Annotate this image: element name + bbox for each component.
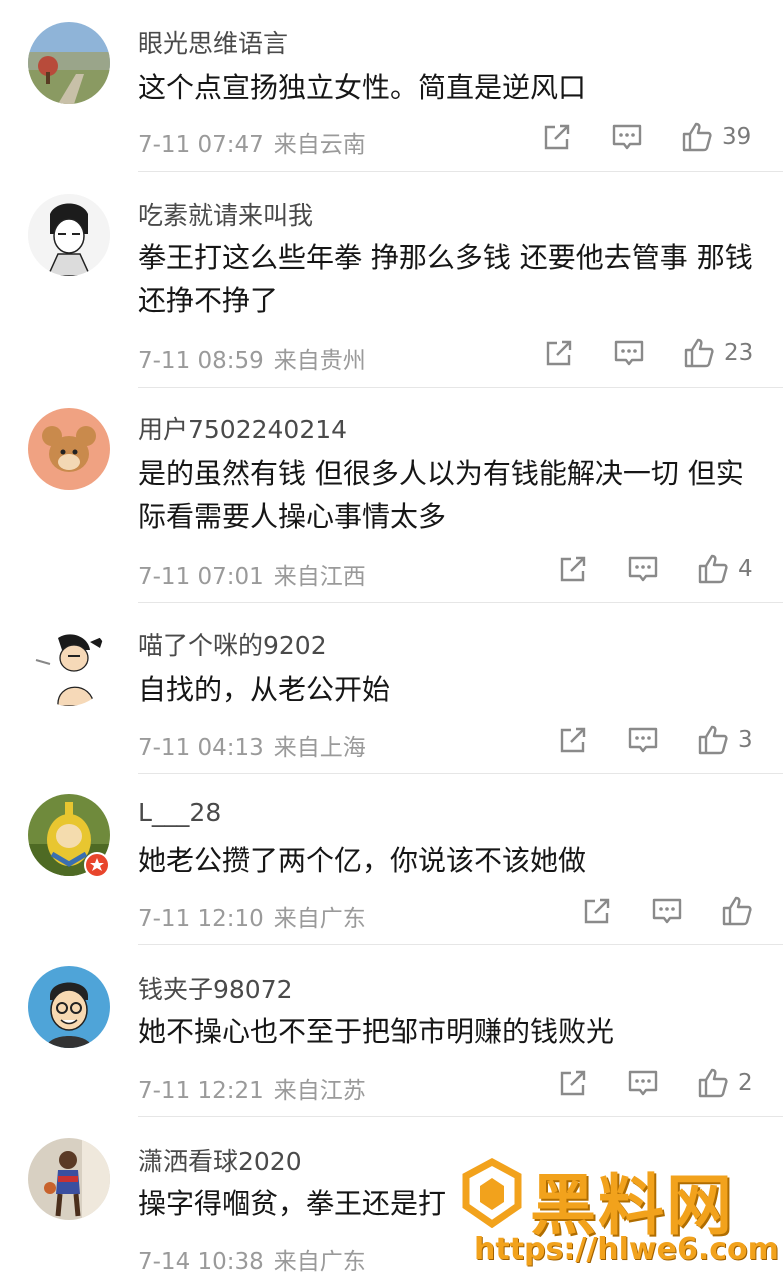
avatar[interactable] xyxy=(28,408,110,490)
comment-text: 她不操心也不至于把邹市明赚的钱败光 xyxy=(138,1015,615,1048)
comment-meta: 7-11 04:13 来自上海 xyxy=(138,728,366,762)
comment-location: 来自上海 xyxy=(273,735,366,761)
avatar[interactable] xyxy=(28,1138,110,1220)
comment-icon[interactable] xyxy=(626,723,660,757)
watermark-url: https://hlwe6.com xyxy=(474,1232,779,1267)
comment-date: 7-11 07:47 xyxy=(138,132,264,158)
comment-icon[interactable] xyxy=(612,336,646,370)
watermark-logo-icon xyxy=(462,1158,522,1228)
share-icon[interactable] xyxy=(556,1066,590,1100)
comment-date: 7-11 07:01 xyxy=(138,564,264,590)
comment-meta: 7-11 12:21 来自江苏 xyxy=(138,1071,366,1105)
username[interactable]: 用户7502240214 xyxy=(138,410,347,446)
comment-date: 7-11 04:13 xyxy=(138,735,264,761)
username[interactable]: 吃素就请来叫我 xyxy=(138,196,313,232)
share-icon[interactable] xyxy=(540,120,574,154)
comment-text: 她老公攒了两个亿，你说该不该她做 xyxy=(138,844,587,877)
comment-icon[interactable] xyxy=(650,894,684,928)
thumbs-up-icon[interactable] xyxy=(682,336,716,370)
comment-date: 7-11 12:10 xyxy=(138,906,264,932)
comment-location: 来自江西 xyxy=(273,564,366,590)
comment-location: 来自江苏 xyxy=(273,1078,366,1104)
share-icon[interactable] xyxy=(580,894,614,928)
comment-date: 7-14 10:38 xyxy=(138,1249,264,1275)
comment-meta: 7-11 07:47 来自云南 xyxy=(138,125,366,159)
thumbs-up-icon[interactable] xyxy=(680,120,714,154)
avatar[interactable] xyxy=(28,22,110,104)
divider xyxy=(138,773,783,774)
comment-meta: 7-11 08:59 来自贵州 xyxy=(138,341,366,375)
comment-location: 来自贵州 xyxy=(273,348,366,374)
like-count: 2 xyxy=(738,1070,753,1096)
watermark: 黑料网 https://hlwe6.com xyxy=(452,1152,779,1272)
comment-meta: 7-11 07:01 来自江西 xyxy=(138,557,366,591)
username[interactable]: 钱夹子98072 xyxy=(138,970,293,1006)
username[interactable]: 潇洒看球2020 xyxy=(138,1142,302,1178)
comment-meta: 7-11 12:10 来自广东 xyxy=(138,899,366,933)
avatar[interactable] xyxy=(28,194,110,276)
comment-icon[interactable] xyxy=(610,120,644,154)
divider xyxy=(138,387,783,388)
comment-text: 是的虽然有钱 但很多人以为有钱能解决一切 但实际看需要人操心事情太多 xyxy=(138,457,744,533)
comment-date: 7-11 12:21 xyxy=(138,1078,264,1104)
comment-icon[interactable] xyxy=(626,552,660,586)
comment-location: 来自广东 xyxy=(273,1249,366,1275)
thumbs-up-icon[interactable] xyxy=(696,723,730,757)
thumbs-up-icon[interactable] xyxy=(696,1066,730,1100)
share-icon[interactable] xyxy=(542,336,576,370)
like-count: 39 xyxy=(722,124,752,150)
divider xyxy=(138,944,783,945)
comment-meta: 7-14 10:38 来自广东 xyxy=(138,1242,366,1276)
share-icon[interactable] xyxy=(556,552,590,586)
comment-location: 来自广东 xyxy=(273,906,366,932)
like-count: 4 xyxy=(738,556,753,582)
divider xyxy=(138,171,783,172)
comment-text: 拳王打这么些年拳 挣那么多钱 还要他去管事 那钱还挣不挣了 xyxy=(138,241,753,317)
comment-icon[interactable] xyxy=(626,1066,660,1100)
comment-text: 这个点宣扬独立女性。简直是逆风口 xyxy=(138,71,587,104)
like-count: 3 xyxy=(738,727,753,753)
comment-text: 自找的，从老公开始 xyxy=(138,673,391,706)
username[interactable]: L___28 xyxy=(138,798,221,827)
comment-date: 7-11 08:59 xyxy=(138,348,264,374)
avatar[interactable] xyxy=(28,624,110,706)
username[interactable]: 喵了个咪的9202 xyxy=(138,626,327,662)
thumbs-up-icon[interactable] xyxy=(696,552,730,586)
divider xyxy=(138,602,783,603)
avatar[interactable] xyxy=(28,966,110,1048)
divider xyxy=(138,1116,783,1117)
share-icon[interactable] xyxy=(556,723,590,757)
comment-location: 来自云南 xyxy=(273,132,366,158)
like-count: 23 xyxy=(724,340,754,366)
username[interactable]: 眼光思维语言 xyxy=(138,24,288,60)
verified-badge-icon xyxy=(84,852,110,878)
thumbs-up-icon[interactable] xyxy=(720,894,754,928)
